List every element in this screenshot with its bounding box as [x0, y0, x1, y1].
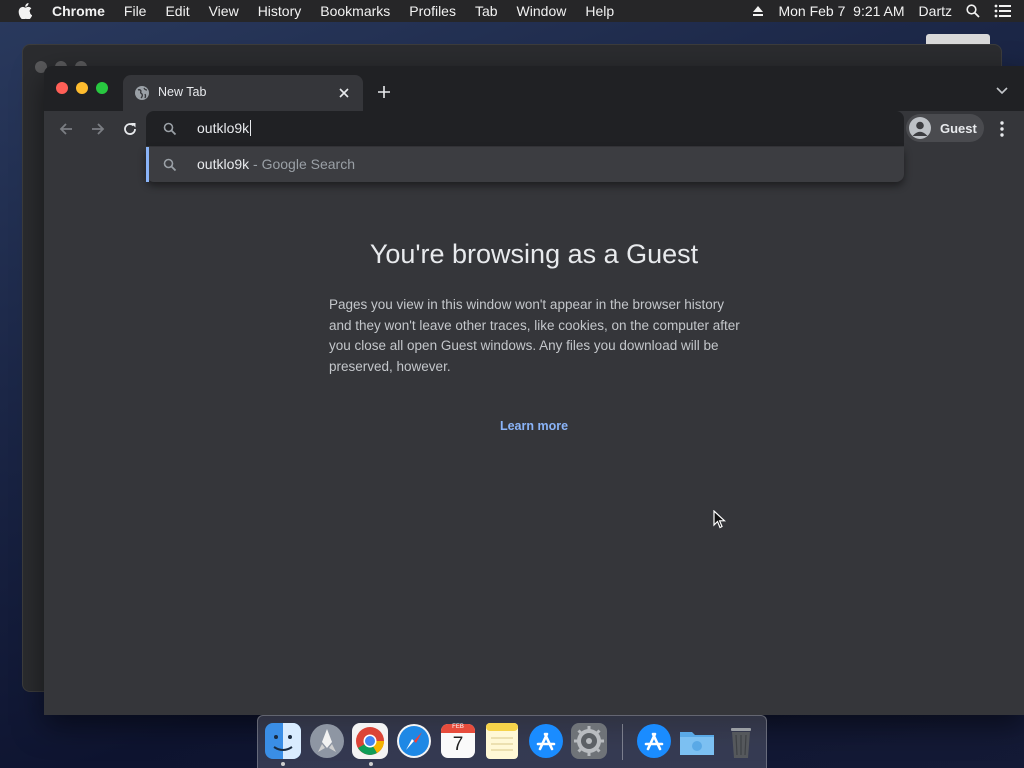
- dock-notes-icon[interactable]: [483, 722, 521, 760]
- menu-app-name[interactable]: Chrome: [52, 3, 105, 19]
- window-minimize-button[interactable]: [76, 82, 88, 94]
- guest-profile-button[interactable]: Guest: [906, 114, 984, 142]
- menu-profiles[interactable]: Profiles: [409, 3, 456, 19]
- dock-chrome-icon[interactable]: [351, 722, 389, 760]
- suggestion-suffix: - Google Search: [249, 156, 355, 172]
- dock-finder-icon[interactable]: [264, 722, 302, 760]
- tab-close-icon[interactable]: [335, 84, 353, 102]
- learn-more-link: Learn more: [44, 419, 1024, 433]
- suggestion-row[interactable]: outklo9k - Google Search: [146, 147, 904, 182]
- spotlight-search-icon[interactable]: [966, 4, 980, 18]
- reload-icon[interactable]: [119, 118, 141, 140]
- menu-view[interactable]: View: [209, 3, 239, 19]
- tab-search-chevron-icon[interactable]: [994, 83, 1010, 99]
- forward-arrow-icon[interactable]: [87, 118, 109, 140]
- eject-icon[interactable]: [752, 5, 764, 17]
- calendar-day: 7: [452, 734, 464, 755]
- address-bar[interactable]: outklo9k: [146, 111, 904, 146]
- browser-toolbar: outklo9k Guest: [44, 111, 1024, 147]
- chrome-window: New Tab outklo9k Guest You're browsing a…: [44, 66, 1024, 715]
- dock-app-store-stack-icon[interactable]: [635, 722, 673, 760]
- menu-bar: Chrome File Edit View History Bookmarks …: [0, 0, 1024, 22]
- dock-trash-icon[interactable]: [722, 722, 760, 760]
- window-close-button[interactable]: [56, 82, 68, 94]
- mouse-pointer-icon: [713, 509, 727, 530]
- dock-launchpad-icon[interactable]: [308, 722, 346, 760]
- learn-more-link-text[interactable]: Learn more: [500, 419, 568, 433]
- search-icon: [163, 122, 177, 136]
- guest-new-tab-page: You're browsing as a Guest Pages you vie…: [44, 147, 1024, 715]
- menu-bar-user[interactable]: Dartz: [919, 3, 952, 19]
- page-heading: You're browsing as a Guest: [369, 239, 699, 269]
- window-zoom-button[interactable]: [96, 82, 108, 94]
- guest-description: Pages you view in this window won't appe…: [329, 297, 740, 374]
- dock: FEB 7: [257, 715, 767, 768]
- menu-history[interactable]: History: [258, 3, 302, 19]
- tab-new-tab[interactable]: New Tab: [123, 75, 363, 111]
- window-controls: [56, 82, 108, 94]
- menu-window[interactable]: Window: [517, 3, 567, 19]
- address-bar-input[interactable]: outklo9k: [197, 120, 252, 136]
- menu-bookmarks[interactable]: Bookmarks: [320, 3, 390, 19]
- suggestion-query: outklo9k: [197, 156, 250, 172]
- control-center-icon[interactable]: [994, 4, 1012, 18]
- tab-strip: New Tab: [44, 66, 1024, 111]
- dock-safari-icon[interactable]: [395, 722, 433, 760]
- menu-bar-clock[interactable]: Mon Feb 7 9:21 AM: [778, 3, 904, 19]
- globe-icon: [134, 85, 150, 101]
- dock-downloads-folder-icon[interactable]: [678, 722, 716, 760]
- menu-file[interactable]: File: [124, 3, 147, 19]
- guest-avatar-icon: [909, 117, 931, 139]
- suggestion-search-icon: [163, 158, 177, 172]
- apple-icon[interactable]: [18, 3, 38, 19]
- tab-title: New Tab: [158, 85, 207, 99]
- calendar-month: FEB: [452, 724, 464, 730]
- back-arrow-icon[interactable]: [55, 118, 77, 140]
- menu-help[interactable]: Help: [585, 3, 614, 19]
- guest-profile-label: Guest: [940, 120, 977, 136]
- text-caret: [250, 120, 252, 136]
- suggestion-text: outklo9k - Google Search: [197, 156, 355, 172]
- menu-tab[interactable]: Tab: [475, 3, 498, 19]
- dock-calendar-icon[interactable]: FEB 7: [439, 722, 477, 760]
- dock-app-store-icon[interactable]: [527, 722, 565, 760]
- dock-separator: [622, 724, 623, 760]
- omnibox-suggestions-dropdown: outklo9k - Google Search: [146, 147, 904, 182]
- menu-bar-status-area: Mon Feb 7 9:21 AM Dartz: [752, 0, 1012, 22]
- finder-running-indicator: [281, 762, 285, 766]
- dock-system-preferences-icon[interactable]: [570, 722, 608, 760]
- menu-edit[interactable]: Edit: [165, 3, 189, 19]
- new-tab-button[interactable]: [374, 82, 394, 102]
- selection-indicator: [146, 147, 149, 182]
- chrome-running-indicator: [369, 762, 373, 766]
- more-menu-icon[interactable]: [994, 119, 1010, 139]
